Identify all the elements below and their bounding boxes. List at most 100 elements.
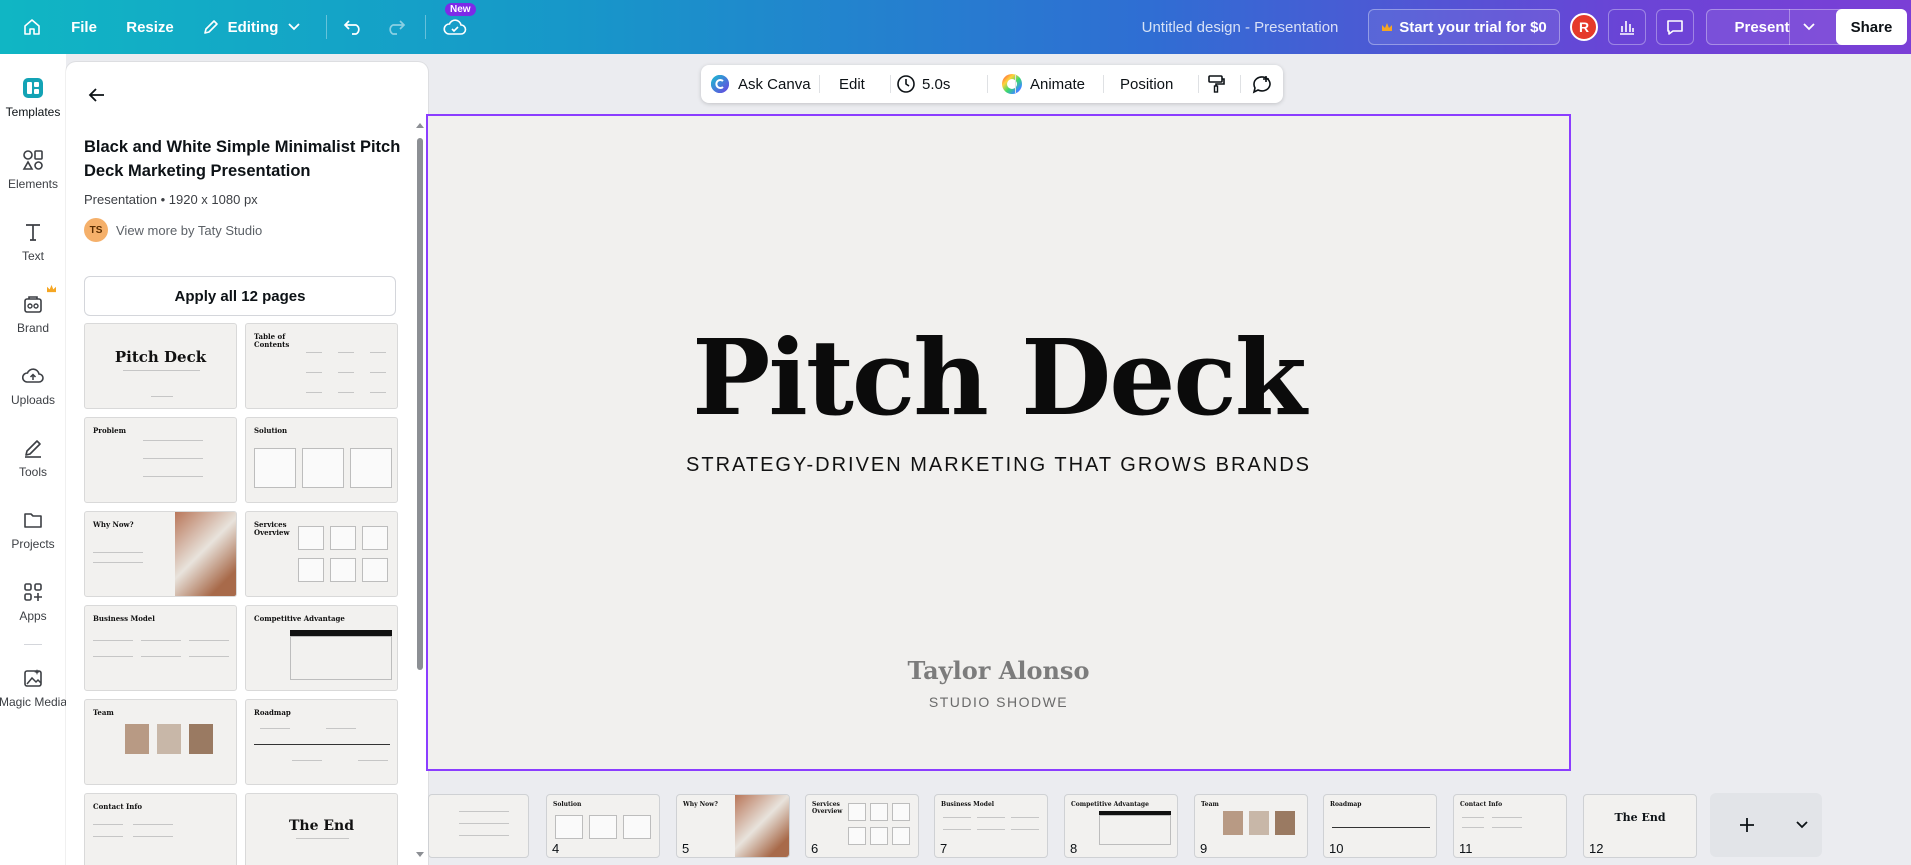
editing-mode-button[interactable]: Editing bbox=[196, 9, 306, 45]
toolbar-divider bbox=[819, 75, 820, 93]
thumb-photo bbox=[125, 724, 149, 754]
thumb-card bbox=[892, 803, 910, 821]
redo-button[interactable] bbox=[381, 9, 411, 45]
insights-button[interactable] bbox=[1608, 9, 1646, 45]
thumb-photo bbox=[175, 512, 236, 596]
page-title: Solution bbox=[553, 801, 582, 808]
thumb-title: Team bbox=[93, 708, 114, 717]
start-trial-button[interactable]: Start your trial for $0 bbox=[1368, 9, 1560, 45]
thumb-card bbox=[870, 827, 888, 845]
template-page-thumbnail[interactable]: Solution bbox=[245, 417, 398, 503]
template-page-thumbnail[interactable]: Problem bbox=[84, 417, 237, 503]
undo-button[interactable] bbox=[338, 9, 368, 45]
rail-item-uploads[interactable]: Uploads bbox=[0, 362, 66, 426]
thumb-text-line bbox=[370, 352, 386, 353]
context-toolbar: Ask Canva Edit 5.0s Animate Position bbox=[701, 65, 1283, 103]
back-button[interactable] bbox=[82, 80, 112, 110]
page-number: 12 bbox=[1589, 841, 1604, 856]
rail-item-text[interactable]: Text bbox=[0, 218, 66, 282]
clock-icon bbox=[896, 74, 916, 94]
template-page-thumbnail[interactable]: Services Overview bbox=[245, 511, 398, 597]
thumb-text-line bbox=[338, 352, 354, 353]
template-page-thumbnail[interactable]: Table of Contents bbox=[245, 323, 398, 409]
add-comment-button[interactable] bbox=[1251, 65, 1273, 103]
file-menu-button[interactable]: File bbox=[64, 9, 104, 45]
page-thumbnail[interactable]: Roadmap 10 bbox=[1323, 794, 1437, 858]
toolbar-divider bbox=[1015, 75, 1016, 93]
author-link[interactable]: TS View more by Taty Studio bbox=[84, 218, 262, 242]
expand-filmstrip-button[interactable] bbox=[1782, 793, 1822, 857]
template-page-thumbnail[interactable]: Competitive Advantage bbox=[245, 605, 398, 691]
home-button[interactable] bbox=[14, 9, 50, 45]
page-thumbnail[interactable]: Business Model 7 bbox=[934, 794, 1048, 858]
page-thumbnail[interactable]: Competitive Advantage 8 bbox=[1064, 794, 1178, 858]
editing-label: Editing bbox=[227, 18, 279, 36]
share-button[interactable]: Share bbox=[1836, 9, 1907, 45]
thumb-subtitle-line bbox=[123, 370, 200, 371]
template-page-thumbnail[interactable]: Team bbox=[84, 699, 237, 785]
ask-canva-button[interactable]: Ask Canva bbox=[710, 65, 811, 103]
page-thumbnail[interactable]: Why Now? 5 bbox=[676, 794, 790, 858]
template-page-thumbnail[interactable]: Pitch Deck bbox=[84, 323, 237, 409]
slide-title[interactable]: Pitch Deck bbox=[428, 316, 1569, 439]
thumb-name-line bbox=[151, 396, 173, 397]
thumb-text-line bbox=[1011, 829, 1039, 830]
rail-label: Tools bbox=[18, 465, 47, 479]
slide-canvas[interactable]: Pitch Deck STRATEGY-DRIVEN MARKETING THA… bbox=[426, 114, 1571, 771]
thumb-text-line bbox=[977, 829, 1005, 830]
thumb-title: Solution bbox=[254, 426, 288, 435]
slide-subtitle[interactable]: STRATEGY-DRIVEN MARKETING THAT GROWS BRA… bbox=[428, 454, 1569, 477]
trial-label: Start your trial for $0 bbox=[1399, 18, 1547, 36]
scroll-up-icon[interactable] bbox=[416, 122, 424, 128]
templates-icon bbox=[19, 74, 47, 102]
page-thumbnail[interactable]: Solution 4 bbox=[546, 794, 660, 858]
thumb-card bbox=[330, 526, 356, 550]
scroll-down-icon[interactable] bbox=[416, 852, 424, 858]
rail-item-templates[interactable]: Templates bbox=[0, 74, 66, 138]
page-thumbnail[interactable] bbox=[428, 794, 529, 858]
template-page-thumbnail[interactable]: Why Now? bbox=[84, 511, 237, 597]
apply-all-pages-button[interactable]: Apply all 12 pages bbox=[84, 276, 396, 316]
elements-icon bbox=[19, 146, 47, 174]
template-page-thumbnail[interactable]: Contact Info bbox=[84, 793, 237, 865]
color-picker-button[interactable] bbox=[1000, 65, 1024, 103]
rail-item-magic-media[interactable]: Magic Media bbox=[0, 664, 68, 728]
comments-button[interactable] bbox=[1656, 9, 1694, 45]
slide-presenter-name[interactable]: Taylor Alonso bbox=[428, 656, 1569, 685]
position-button[interactable]: Position bbox=[1120, 65, 1173, 103]
panel-scrollbar[interactable] bbox=[417, 138, 423, 670]
page-thumbnail[interactable]: Contact Info 11 bbox=[1453, 794, 1567, 858]
slide-studio-name[interactable]: STUDIO SHODWE bbox=[428, 694, 1569, 710]
duration-button[interactable]: 5.0s bbox=[896, 65, 950, 103]
page-thumbnail[interactable]: Team 9 bbox=[1194, 794, 1308, 858]
thumb-text-line bbox=[1462, 827, 1484, 828]
template-page-thumbnail[interactable]: Roadmap bbox=[245, 699, 398, 785]
rail-item-apps[interactable]: Apps bbox=[0, 578, 66, 642]
page-thumbnail[interactable]: Services Overview 6 bbox=[805, 794, 919, 858]
thumb-text-line bbox=[133, 824, 173, 825]
resize-button[interactable]: Resize bbox=[120, 9, 180, 45]
rail-item-brand[interactable]: Brand bbox=[0, 284, 66, 354]
comment-add-icon bbox=[1251, 74, 1273, 94]
thumb-card bbox=[623, 815, 651, 839]
present-options-button[interactable] bbox=[1792, 9, 1826, 45]
edit-button[interactable]: Edit bbox=[839, 65, 865, 103]
thumb-text-line bbox=[1492, 817, 1522, 818]
rail-item-tools[interactable]: Tools bbox=[0, 434, 66, 498]
document-title[interactable]: Untitled design - Presentation bbox=[1130, 9, 1350, 45]
duration-label: 5.0s bbox=[922, 75, 951, 93]
rail-label: Magic Media bbox=[0, 695, 68, 709]
template-page-thumbnail[interactable]: The End bbox=[245, 793, 398, 865]
page-thumbnail[interactable]: The End 12 bbox=[1583, 794, 1697, 858]
thumb-timeline bbox=[1332, 827, 1430, 828]
rail-item-projects[interactable]: Projects bbox=[0, 506, 66, 570]
template-page-thumbnail[interactable]: Business Model bbox=[84, 605, 237, 691]
thumb-title: The End bbox=[288, 818, 355, 834]
rail-item-elements[interactable]: Elements bbox=[0, 146, 66, 210]
user-avatar[interactable]: R bbox=[1570, 13, 1598, 41]
thumb-text-line bbox=[141, 640, 181, 641]
copy-style-button[interactable] bbox=[1206, 65, 1226, 103]
toolbar-divider bbox=[1103, 75, 1104, 93]
animate-button[interactable]: Animate bbox=[1030, 65, 1085, 103]
thumb-text-line bbox=[143, 458, 203, 459]
